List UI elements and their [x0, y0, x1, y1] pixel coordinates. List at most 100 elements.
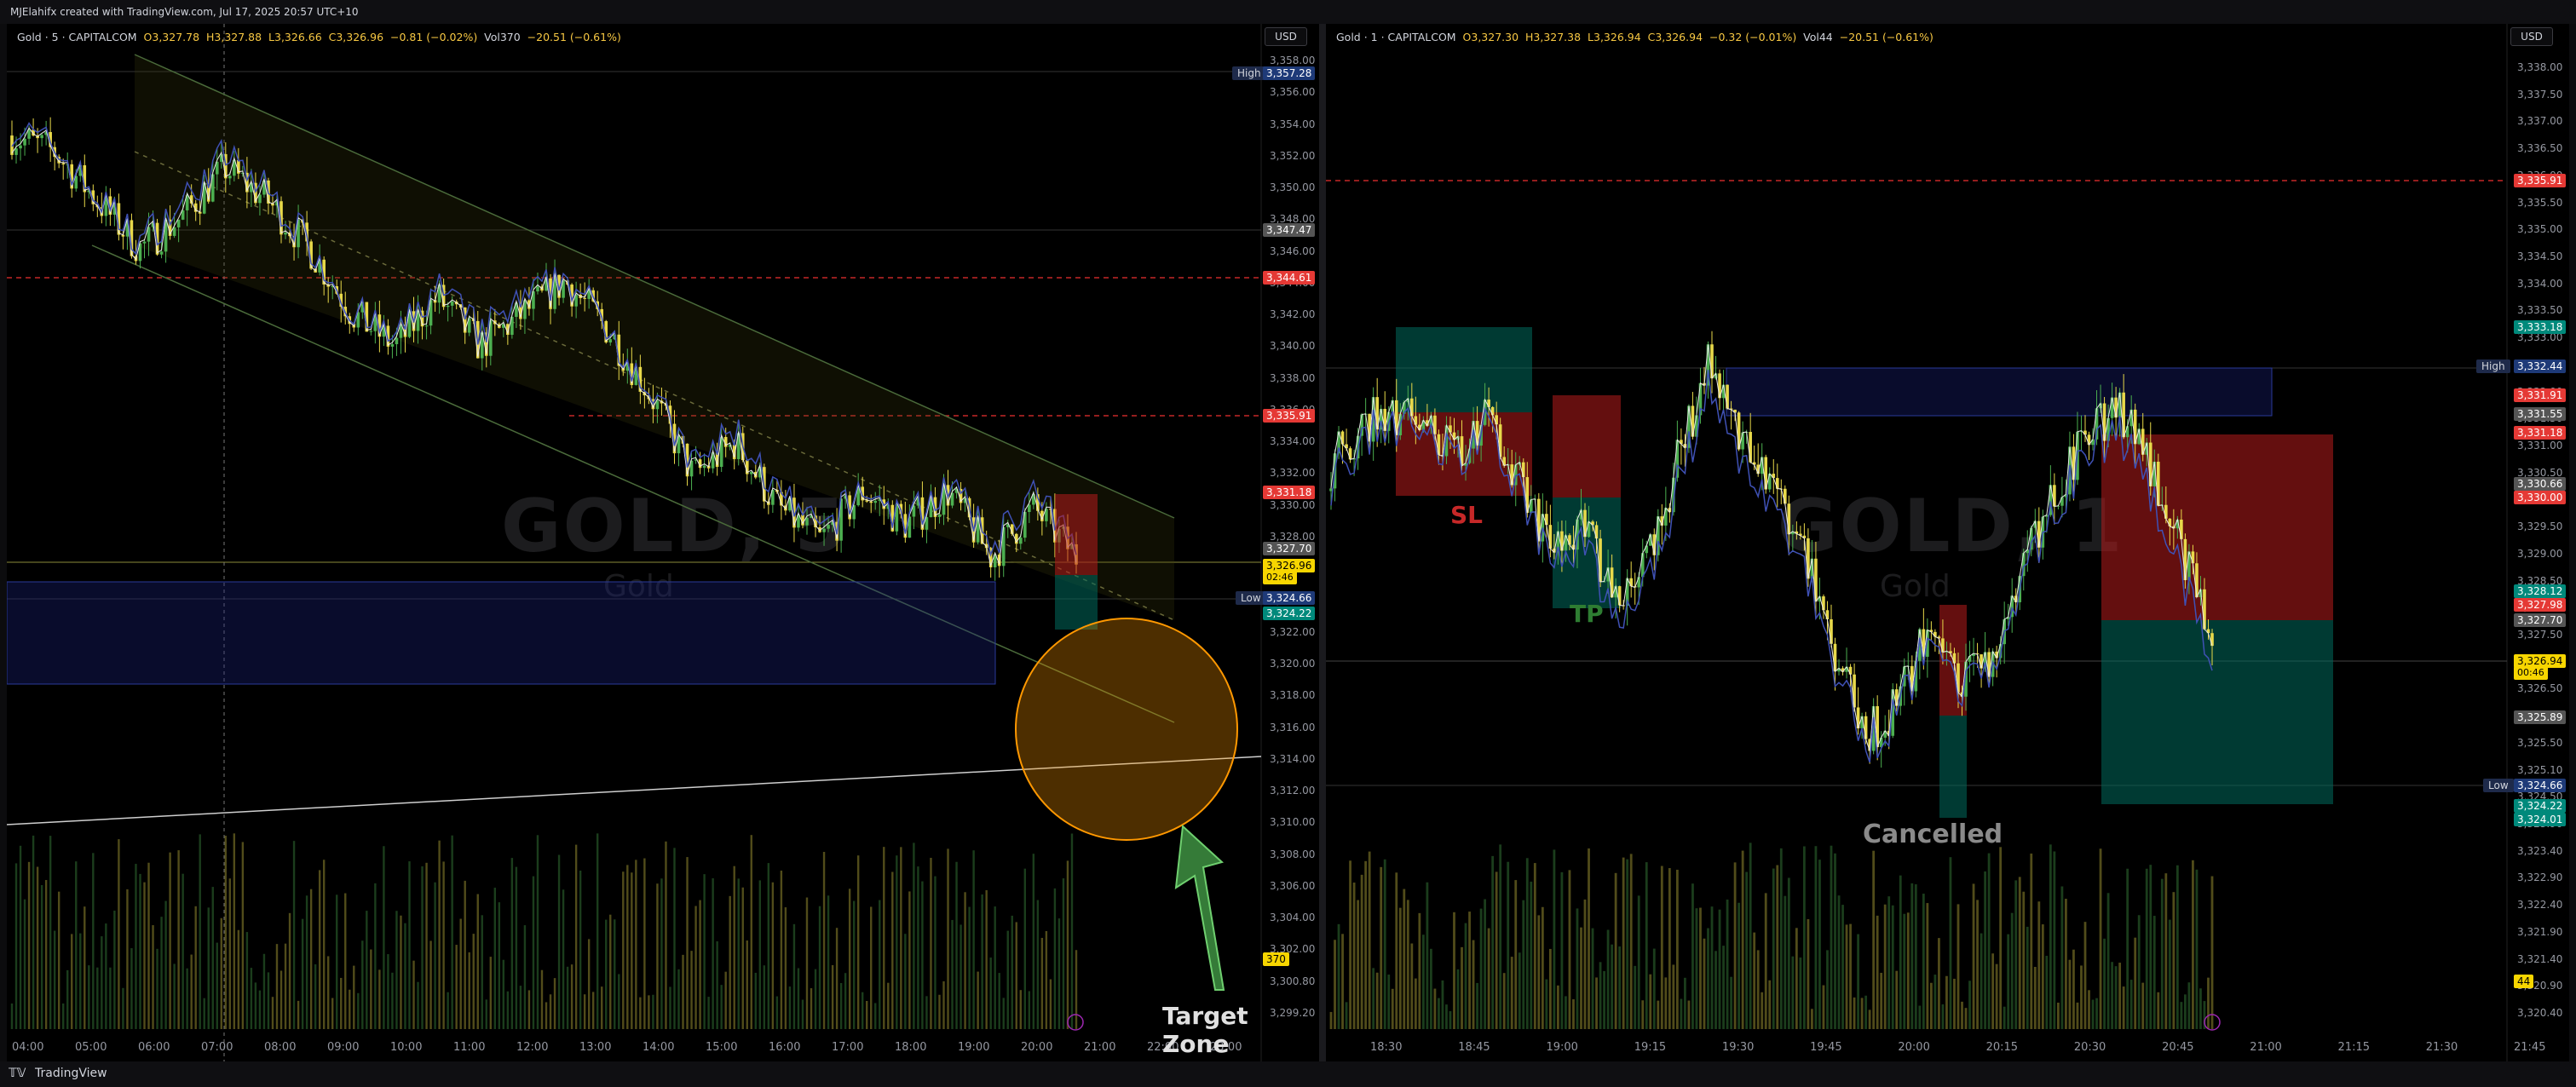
left-price-tick: 3,318.00: [1270, 689, 1316, 702]
right-volume-bar: [1918, 1005, 1922, 1029]
right-volume: Vol44: [1803, 31, 1833, 43]
left-volume-bar: [408, 861, 411, 1029]
right-volume-tag: 44: [2514, 975, 2534, 988]
right-volume-bar: [1834, 853, 1836, 1029]
left-candle: [1018, 538, 1023, 544]
right-volume-bar: [1634, 965, 1637, 1029]
left-time-tick: 12:00: [516, 1041, 549, 1054]
right-volume-bar: [1906, 912, 1910, 1029]
left-price-tick: 3,356.00: [1270, 86, 1316, 99]
right-candle: [2156, 462, 2160, 506]
right-candle: [1594, 525, 1599, 539]
left-volume-bar: [622, 871, 625, 1029]
tradingview-brand[interactable]: 𝕋𝕍 TradingView: [9, 1067, 107, 1080]
right-volume-bar: [1441, 980, 1444, 1029]
left-price-tick: 3,310.00: [1270, 816, 1316, 829]
right-low-tag: 3,324.66: [2514, 779, 2567, 792]
left-volume-bar: [126, 889, 129, 1029]
right-volume-bar: [1787, 877, 1790, 1029]
right-volume-bar: [1749, 843, 1752, 1029]
left-volume-bar: [177, 850, 180, 1029]
right-volume-bar: [1976, 900, 1979, 1029]
left-volume-bar: [1075, 950, 1078, 1029]
current-tp-box: [2101, 620, 2333, 804]
right-volume-bar: [1375, 972, 1379, 1029]
pane-separator[interactable]: [1319, 24, 1326, 1061]
left-volume-bar: [1040, 937, 1044, 1029]
left-volume-bar: [459, 918, 462, 1029]
left-price-tick: 3,322.00: [1270, 625, 1316, 638]
right-volume-bar: [1710, 906, 1714, 1029]
left-time-tick: 06:00: [138, 1041, 170, 1054]
left-time-tick: 11:00: [453, 1041, 486, 1054]
left-volume-bar: [814, 969, 817, 1029]
left-time-tick: 16:00: [769, 1041, 801, 1054]
left-volume-bar: [493, 888, 497, 1029]
left-candle: [369, 331, 373, 332]
left-volume-bar: [1023, 868, 1027, 1029]
left-price-tick: 3,332.00: [1270, 467, 1316, 480]
right-candle: [1487, 400, 1490, 407]
right-volume-bar: [1518, 952, 1521, 1029]
right-chart-pane[interactable]: GOLD, 1 Gold Gold · 1 · CAPITALCOM O3,32…: [1326, 24, 2569, 1061]
right-volume-bar: [1606, 929, 1610, 1029]
right-volume-bar: [1652, 948, 1656, 1029]
left-volume-bar: [591, 992, 595, 1029]
target-zone-circle: [1015, 618, 1238, 841]
right-volume-bar: [1391, 988, 1394, 1029]
right-candle: [2037, 520, 2041, 548]
left-volume-bar: [349, 989, 351, 1029]
right-volume-bar: [2022, 891, 2026, 1029]
right-tag-p8: 3,328.12: [2514, 584, 2567, 598]
right-low: L3,326.94: [1588, 31, 1641, 43]
right-candle: [1825, 610, 1830, 619]
right-chart-canvas[interactable]: [1326, 24, 2569, 1061]
right-volume-bar: [1768, 980, 1772, 1029]
left-volume-bar: [455, 945, 458, 1029]
right-volume-bar: [1337, 923, 1340, 1029]
right-volume-bar: [1626, 859, 1629, 1029]
left-chart-pane[interactable]: GOLD, 5 Gold Gold · 5 · CAPITALCOM O3,32…: [7, 24, 1319, 1061]
right-candle: [1952, 653, 1956, 664]
right-volume-bar: [1718, 909, 1721, 1029]
left-currency-button[interactable]: USD: [1265, 27, 1307, 46]
right-volume-bar: [1883, 904, 1887, 1029]
left-volume-bar: [318, 870, 321, 1029]
right-volume-bar: [1433, 988, 1437, 1029]
left-time-tick: 19:00: [958, 1041, 990, 1054]
right-volume-bar: [1418, 912, 1421, 1029]
left-volume-bar: [164, 900, 167, 1029]
left-volume-bar: [1062, 878, 1065, 1029]
left-volume-bar: [861, 992, 864, 1029]
left-volume-bar: [626, 865, 629, 1029]
left-high: H3,327.88: [206, 31, 262, 43]
left-volume-bar: [754, 972, 757, 1029]
right-currency-button[interactable]: USD: [2510, 27, 2553, 46]
left-low-tag: 3,324.66: [1263, 591, 1316, 605]
right-price-tick: 3,322.90: [2517, 871, 2563, 884]
right-candle: [1830, 618, 1833, 644]
left-volume-bar: [682, 954, 684, 1029]
left-volume-bar: [549, 994, 552, 1029]
left-volume-bar: [182, 873, 184, 1029]
right-price-tick: 3,323.40: [2517, 844, 2563, 857]
left-volume-bar: [712, 877, 714, 1029]
left-low-label: Low: [1236, 591, 1266, 605]
right-time-tick: 18:45: [1458, 1041, 1490, 1054]
right-time-tick: 20:30: [2073, 1041, 2106, 1054]
right-volume-bar: [1491, 855, 1495, 1029]
right-time-tick: 20:15: [1985, 1041, 2019, 1054]
right-price-tick: 3,327.50: [2517, 629, 2563, 641]
right-volume-bar: [2076, 1002, 2079, 1029]
right-candle: [1548, 525, 1553, 549]
right-volume-bar: [1756, 950, 1760, 1029]
right-volume-bar: [1445, 1004, 1448, 1029]
left-chart-canvas[interactable]: [7, 24, 1319, 1061]
left-volume-bar: [694, 906, 697, 1029]
right-price-tick: 3,321.90: [2517, 925, 2563, 938]
right-volume-bar: [2187, 982, 2191, 1029]
right-volume-bar: [2037, 901, 2041, 1029]
left-candle: [536, 286, 539, 292]
left-volume-bar: [921, 881, 924, 1029]
right-volume-bar: [1707, 928, 1709, 1029]
